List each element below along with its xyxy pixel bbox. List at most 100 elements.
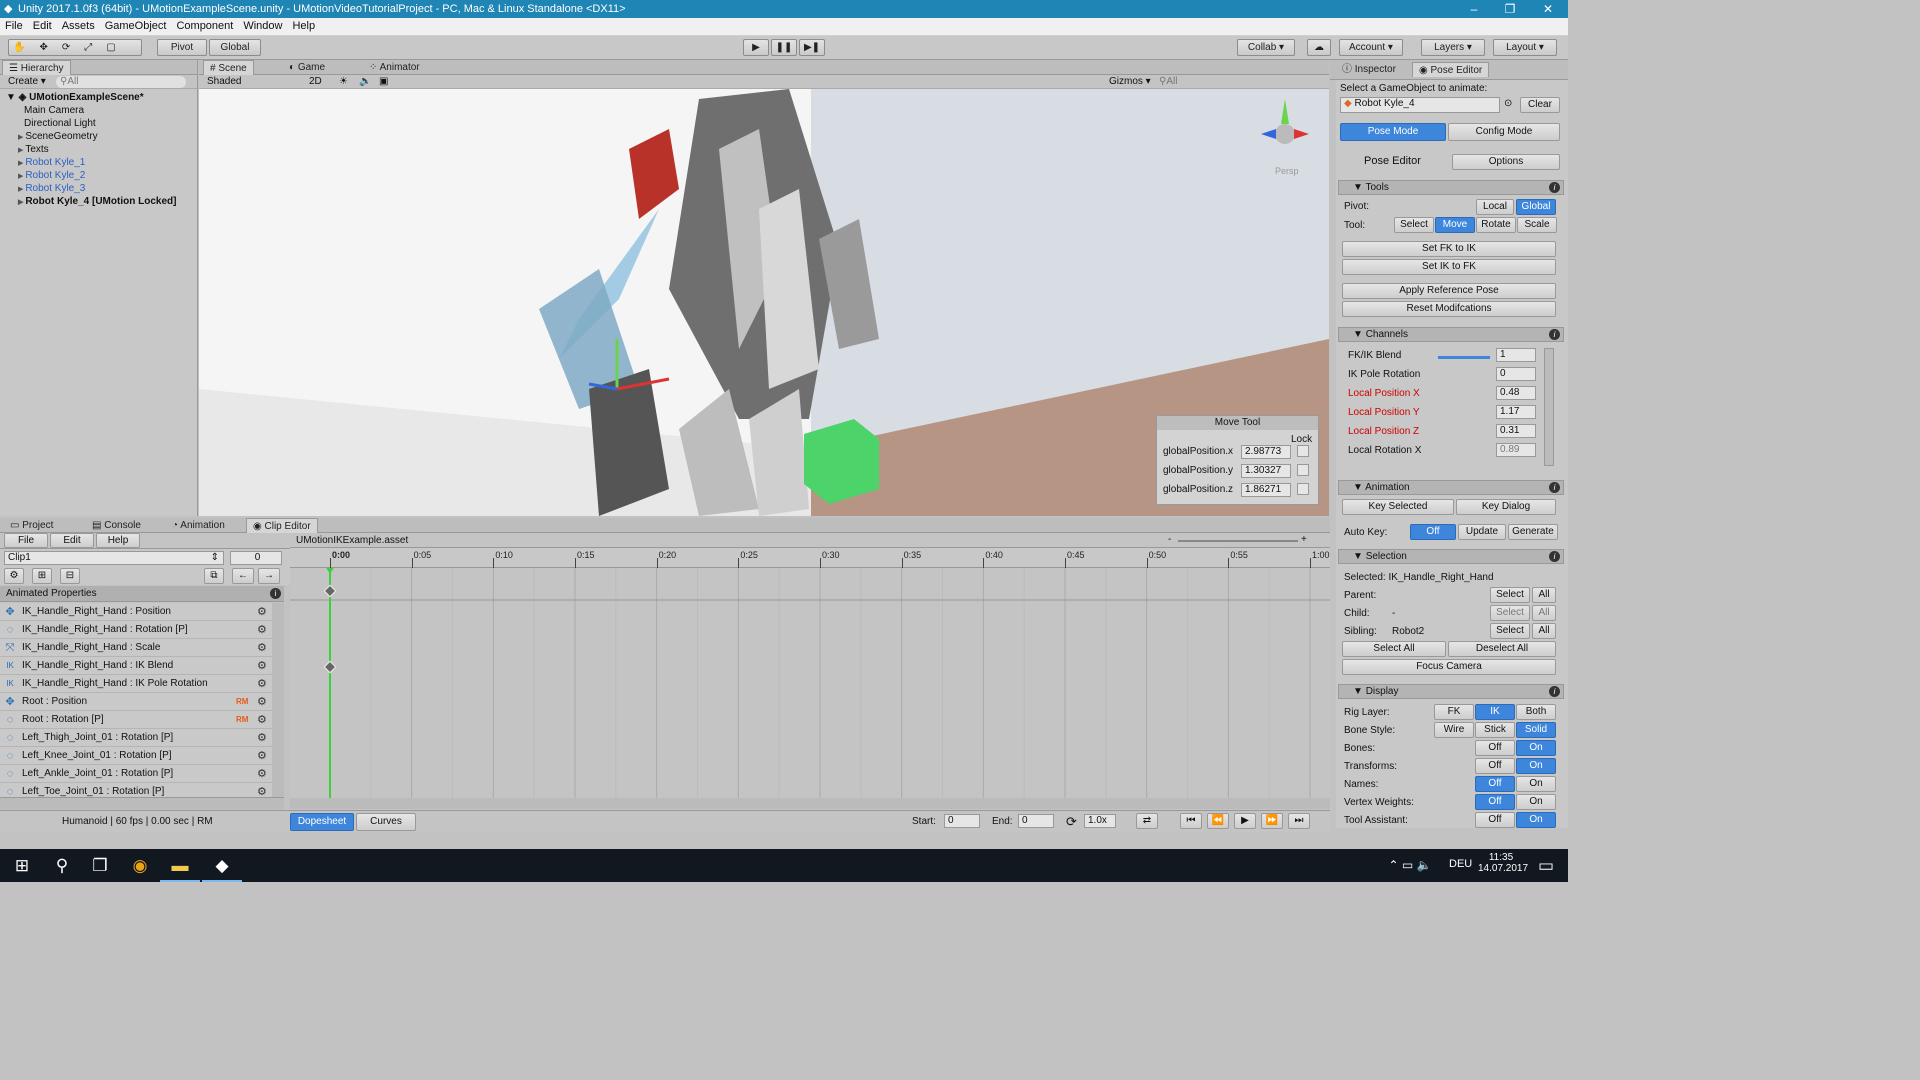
pose-editor-tab[interactable]: Pose Editor bbox=[1364, 155, 1421, 167]
display-on-button[interactable]: On bbox=[1516, 794, 1556, 810]
end-field[interactable]: 0 bbox=[1018, 814, 1054, 828]
prev-frame-icon[interactable]: ⏪ bbox=[1207, 813, 1229, 829]
child-select-button[interactable]: Select bbox=[1490, 605, 1530, 621]
zoom-out-icon[interactable]: - bbox=[1168, 534, 1171, 545]
tool-scale-button[interactable]: Scale bbox=[1517, 217, 1557, 233]
hierarchy-search-input[interactable]: ⚲All bbox=[56, 76, 186, 88]
minimize-icon[interactable]: – bbox=[1456, 0, 1492, 18]
property-hscrollbar[interactable] bbox=[0, 797, 284, 809]
layout-dropdown[interactable]: Layout ▾ bbox=[1493, 39, 1557, 56]
menu-edit[interactable]: Edit bbox=[28, 18, 57, 35]
display-on-button[interactable]: On bbox=[1516, 740, 1556, 756]
move-field-input[interactable]: 2.98773 bbox=[1241, 445, 1291, 459]
gizmos-dropdown[interactable]: Gizmos ▾ bbox=[1109, 76, 1151, 87]
property-row[interactable]: ◌ IK_Handle_Right_Hand : Rotation [P] ⚙ bbox=[0, 621, 272, 639]
info-icon[interactable]: i bbox=[1549, 551, 1560, 562]
transform-tools[interactable]: ✋✥⟳⤢▢ bbox=[8, 39, 142, 56]
pivot-global-button[interactable]: Global bbox=[1516, 199, 1556, 215]
gear-icon[interactable]: ⚙ bbox=[257, 621, 267, 639]
close-icon[interactable]: ✕ bbox=[1530, 0, 1566, 18]
rig-fk-button[interactable]: FK bbox=[1434, 704, 1474, 720]
key-dialog-button[interactable]: Key Dialog bbox=[1456, 499, 1556, 515]
property-row[interactable]: IK IK_Handle_Right_Hand : IK Pole Rotatio… bbox=[0, 675, 272, 693]
speed-field[interactable]: 1.0x bbox=[1084, 814, 1116, 828]
create-dropdown[interactable]: Create ▾ bbox=[8, 76, 46, 87]
channel-value-field[interactable]: 0.48 bbox=[1496, 386, 1536, 400]
fk-ik-blend-slider[interactable] bbox=[1438, 356, 1490, 359]
sibling-select-button[interactable]: Select bbox=[1490, 623, 1530, 639]
keyframe[interactable] bbox=[323, 660, 337, 674]
collab-button[interactable]: Collab ▾ bbox=[1237, 39, 1295, 56]
tab-inspector[interactable]: ⓘ Inspector bbox=[1336, 62, 1402, 77]
parent-all-button[interactable]: All bbox=[1532, 587, 1556, 603]
lock-checkbox[interactable] bbox=[1297, 445, 1309, 457]
property-row[interactable]: ✥ IK_Handle_Right_Hand : Position ⚙ bbox=[0, 603, 272, 621]
channel-value-field[interactable]: 0.89 bbox=[1496, 443, 1536, 457]
info-icon[interactable]: i bbox=[1549, 482, 1560, 493]
tab-animation[interactable]: ◔ Animation bbox=[166, 518, 231, 533]
hierarchy-item[interactable]: ▶ Robot Kyle_1 bbox=[0, 156, 197, 169]
layers-dropdown[interactable]: Layers ▾ bbox=[1421, 39, 1485, 56]
clear-button[interactable]: Clear bbox=[1520, 97, 1560, 113]
display-off-button[interactable]: Off bbox=[1475, 776, 1515, 792]
unity-taskbar-icon[interactable]: ◆ bbox=[202, 849, 242, 882]
language-indicator[interactable]: DEU bbox=[1449, 858, 1472, 870]
file-explorer-icon[interactable]: ▬ bbox=[160, 849, 200, 882]
bone-stick-button[interactable]: Stick bbox=[1475, 722, 1515, 738]
gear-icon[interactable]: ⚙ bbox=[257, 747, 267, 765]
maximize-icon[interactable]: ❐ bbox=[1492, 0, 1528, 18]
keyframe-grid[interactable] bbox=[290, 568, 1330, 798]
info-icon[interactable]: i bbox=[1549, 686, 1560, 697]
property-row[interactable]: ⤧ IK_Handle_Right_Hand : Scale ⚙ bbox=[0, 639, 272, 657]
display-on-button[interactable]: On bbox=[1516, 776, 1556, 792]
first-frame-icon[interactable]: ⏮ bbox=[1180, 813, 1202, 829]
frame-field[interactable]: 0 bbox=[230, 551, 282, 565]
tab-hierarchy[interactable]: ☰ Hierarchy bbox=[2, 60, 71, 75]
display-off-button[interactable]: Off bbox=[1475, 794, 1515, 810]
display-off-button[interactable]: Off bbox=[1475, 812, 1515, 828]
clip-menu-edit[interactable]: Edit bbox=[50, 533, 94, 548]
zoom-slider[interactable] bbox=[1178, 540, 1298, 542]
play-button[interactable]: ▶ bbox=[743, 39, 769, 56]
options-tab[interactable]: Options bbox=[1452, 154, 1560, 170]
dopesheet-tab[interactable]: Dopesheet bbox=[290, 813, 354, 831]
menu-component[interactable]: Component bbox=[171, 18, 238, 35]
info-icon[interactable]: i bbox=[1549, 182, 1560, 193]
gear-icon[interactable]: ⚙ bbox=[257, 693, 267, 711]
step-button[interactable]: ▶❚ bbox=[799, 39, 825, 56]
2d-toggle[interactable]: 2D bbox=[309, 76, 322, 87]
tool-select-button[interactable]: Select bbox=[1394, 217, 1434, 233]
cloud-icon[interactable]: ☁ bbox=[1307, 39, 1331, 56]
speed-icon[interactable]: ⟳ bbox=[1066, 814, 1077, 830]
auto-key-off-button[interactable]: Off bbox=[1410, 524, 1456, 540]
rig-both-button[interactable]: Both bbox=[1516, 704, 1556, 720]
property-scrollbar[interactable] bbox=[272, 603, 284, 797]
display-off-button[interactable]: Off bbox=[1475, 740, 1515, 756]
pause-button[interactable]: ❚❚ bbox=[771, 39, 797, 56]
menu-window[interactable]: Window bbox=[238, 18, 287, 35]
time-ruler[interactable]: 0:00 0:05 0:10 0:15 0:20 0:25 0:30 0:35 0:40 0:45… bbox=[290, 548, 1330, 568]
property-row[interactable]: ◌ Left_Toe_Joint_01 : Rotation [P] ⚙ bbox=[0, 783, 272, 797]
channels-section[interactable]: ▼ Channels i bbox=[1338, 327, 1564, 342]
clip-menu-file[interactable]: File bbox=[4, 533, 48, 548]
search-icon[interactable]: ⚲ bbox=[42, 849, 82, 882]
property-row[interactable]: ◌ Left_Knee_Joint_01 : Rotation [P] ⚙ bbox=[0, 747, 272, 765]
animation-section[interactable]: ▼ Animation i bbox=[1338, 480, 1564, 495]
key-selected-button[interactable]: Key Selected bbox=[1342, 499, 1454, 515]
last-frame-icon[interactable]: ⏭ bbox=[1288, 813, 1310, 829]
tab-scene[interactable]: # Scene bbox=[203, 60, 254, 75]
object-picker-icon[interactable]: ⊙ bbox=[1504, 98, 1512, 109]
clock[interactable]: 11:35 14.07.2017 bbox=[1478, 852, 1528, 874]
info-icon[interactable]: i bbox=[270, 588, 281, 599]
audio-icon[interactable]: 🔈 bbox=[359, 76, 371, 87]
bone-wire-button[interactable]: Wire bbox=[1434, 722, 1474, 738]
display-on-button[interactable]: On bbox=[1516, 758, 1556, 774]
prev-key-icon[interactable]: ← bbox=[232, 568, 254, 584]
property-row[interactable]: ◌ Left_Thigh_Joint_01 : Rotation [P] ⚙ bbox=[0, 729, 272, 747]
tab-animator[interactable]: ⁘ Animator bbox=[363, 60, 426, 75]
hierarchy-item[interactable]: ▶ Robot Kyle_4 [UMotion Locked] bbox=[0, 195, 197, 208]
lock-checkbox[interactable] bbox=[1297, 464, 1309, 476]
set-ik-to-fk-button[interactable]: Set IK to FK bbox=[1342, 259, 1556, 275]
property-row[interactable]: ◌ Root : Rotation [P] RM ⚙ bbox=[0, 711, 272, 729]
tools-section[interactable]: ▼ Tools i bbox=[1338, 180, 1564, 195]
